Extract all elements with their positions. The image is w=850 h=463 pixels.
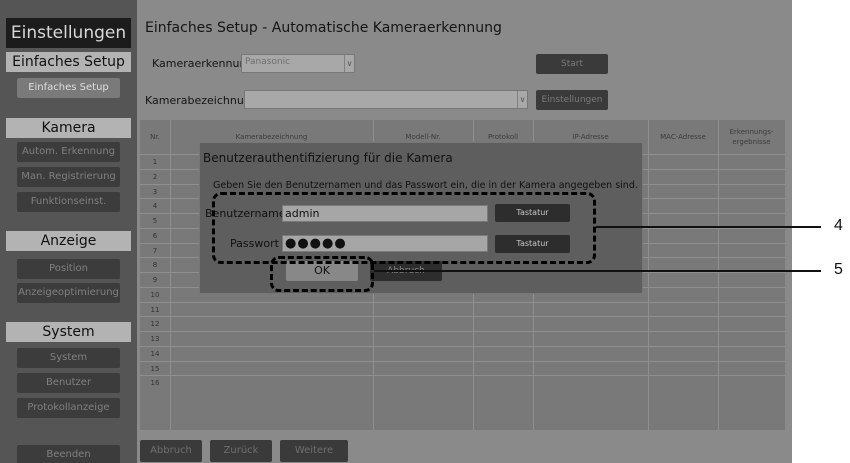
table-row-number: 16 [150,379,160,388]
sidebar-item-function-settings[interactable]: Funktionseinst. [17,192,120,212]
callout-box-ok [270,256,374,292]
table-row-number: 15 [150,364,160,373]
row-divider [140,301,785,303]
chevron-down-icon: ∨ [517,91,527,108]
sidebar-item-position[interactable]: Position [17,259,120,279]
sidebar-item-manual-registration[interactable]: Man. Registrierung [17,167,120,187]
camera-detection-select[interactable]: Panasonic ∨ [241,54,355,73]
camera-name-select[interactable]: ∨ [244,90,528,109]
table-row-number: 5 [152,217,158,225]
settings-button[interactable]: Einstellungen [536,90,608,110]
table-row-number: 11 [150,305,160,314]
table-row-number: 14 [150,349,160,358]
table-row-number: 4 [152,202,158,211]
sidebar-item-easy-setup[interactable]: Einfaches Setup [17,78,120,98]
sidebar-item-display-optimization[interactable]: Anzeigeoptimierung [17,283,120,303]
sidebar-header-display: Anzeige [6,231,131,251]
callout-line-4 [596,226,821,228]
table-row-number: 3 [152,187,158,196]
sidebar-item-log-display[interactable]: Protokollanzeige [17,398,120,418]
column-divider [718,120,719,430]
sidebar-header-camera: Kamera [6,118,131,138]
back-button[interactable]: Zurück [210,440,272,462]
sidebar-item-auto-detection[interactable]: Autom. Erkennung [17,142,120,162]
app-window: Einstellungen Einfaches Setup Einfaches … [0,0,792,463]
sidebar-item-user[interactable]: Benutzer [17,373,120,393]
table-row-number: 8 [152,261,158,270]
sidebar: Einstellungen Einfaches Setup Einfaches … [0,0,137,463]
row-divider [140,375,785,377]
dialog-title: Benutzerauthentifizierung für die Kamera [203,151,453,165]
page-title: Einfaches Setup - Automatische Kameraerk… [145,20,502,36]
table-row-number: 12 [150,320,160,329]
sidebar-item-system[interactable]: System [17,348,120,368]
callout-line-5 [374,270,821,272]
start-button[interactable]: Start [536,54,608,74]
row-divider [140,345,785,347]
column-header-results: Erkennungs-ergebnisse [729,128,774,146]
table-row-number: 9 [152,276,158,284]
camera-name-label: Kamerabezeichnung [145,94,258,107]
table-row-number: 7 [152,246,158,255]
callout-number-4: 4 [834,217,843,234]
sidebar-header-system: System [6,322,131,342]
camera-detection-label: Kameraerkennung [152,57,254,70]
dialog-instruction: Geben Sie den Benutzernamen und das Pass… [213,180,638,191]
sidebar-header-easy-setup: Einfaches Setup [6,52,131,72]
table-row-number: 13 [150,335,160,343]
row-divider [140,331,785,332]
callout-number-5: 5 [834,261,843,278]
next-button[interactable]: Weitere [280,440,348,462]
cancel-button[interactable]: Abbruch [140,440,202,462]
row-divider [140,316,785,318]
table-row-number: 2 [152,172,158,181]
row-divider [140,360,785,362]
column-header-nr: Nr. [150,133,160,141]
chevron-down-icon: ∨ [344,55,354,72]
table-row-number: 1 [152,158,158,166]
callout-box-credentials [212,192,596,264]
table-row-number: 6 [152,231,158,240]
column-divider [170,120,171,430]
camera-detection-value: Panasonic [245,57,291,67]
column-header-mac: MAC-Adresse [660,133,706,141]
quit-button[interactable]: Beenden [17,445,120,463]
app-title: Einstellungen [6,18,131,48]
column-divider [648,120,649,430]
table-row-number: 10 [150,290,160,299]
